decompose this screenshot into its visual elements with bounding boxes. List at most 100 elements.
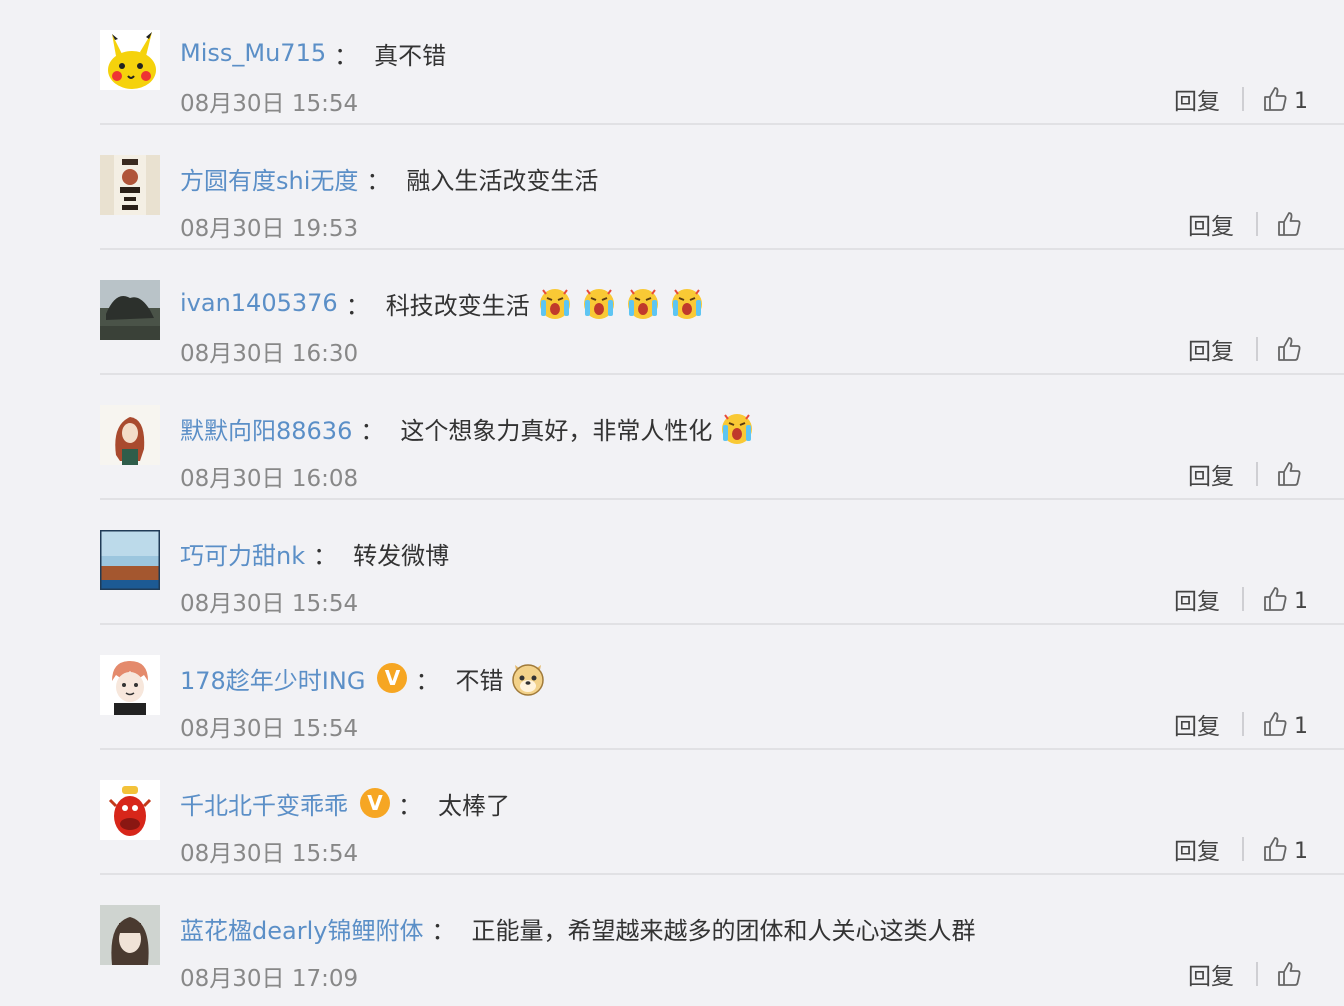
comment-list: Miss_Mu715 ： 真不错 08月30日 15:54 回复 1 方圆有度s… [100,0,1344,1000]
thumbs-up-icon [1264,87,1287,111]
comment-item: 蓝花楹dearly锦鲤附体 ： 正能量，希望越来越多的团体和人关心这类人群 08… [100,875,1344,1000]
girl-photo-avatar-icon [100,905,160,965]
crying-face-emoji-icon [718,409,756,447]
avatar[interactable] [100,280,160,340]
comment-time: 08月30日 15:54 [180,716,359,742]
comment-item: 178趁年少时ING V ： 不错 08月30日 15:54 回复 1 [100,625,1344,750]
comment-time: 08月30日 19:53 [180,216,359,242]
colon: ： [334,41,359,70]
divider [1256,962,1258,986]
like-button[interactable] [1276,461,1308,487]
avatar[interactable] [100,530,160,590]
comment-line: ivan1405376 ： 科技改变生活 [180,280,706,326]
reply-button[interactable]: 回复 [1174,82,1220,116]
comment-actions: 回复 [1188,957,1308,991]
girl-illustration-avatar-icon [100,405,160,465]
comment-item: 千北北千变乖乖 V ： 太棒了 08月30日 15:54 回复 1 [100,750,1344,875]
like-button[interactable] [1276,336,1308,362]
crying-face-emoji-icon [624,284,662,322]
avatar[interactable] [100,30,160,90]
comment-actions: 回复 [1188,207,1308,241]
thumbs-up-icon [1278,962,1301,986]
thumbs-up-icon [1264,837,1287,861]
divider [1242,837,1244,861]
comment-actions: 回复 1 [1174,832,1308,866]
comment-line: 千北北千变乖乖 V ： 太棒了 [180,780,510,826]
comment-line: 默默向阳88636 ： 这个想象力真好，非常人性化 [180,405,756,451]
like-button[interactable]: 1 [1262,85,1308,114]
reply-button[interactable]: 回复 [1188,957,1234,991]
reply-button[interactable]: 回复 [1174,707,1220,741]
comment-item: 默默向阳88636 ： 这个想象力真好，非常人性化 08月30日 16:08 回… [100,375,1344,500]
divider [1256,212,1258,236]
like-button[interactable]: 1 [1262,710,1308,739]
colon: ： [360,416,385,445]
comment-line: 方圆有度shi无度 ： 融入生活改变生活 [180,155,598,201]
scenery-avatar-icon [100,530,160,590]
colon: ： [366,166,391,195]
username-link[interactable]: 蓝花楹dearly锦鲤附体 [180,911,423,946]
colon: ： [313,541,338,570]
reply-button[interactable]: 回复 [1188,332,1234,366]
comment-text: 科技改变生活 [385,291,530,320]
avatar[interactable] [100,655,160,715]
avatar[interactable] [100,780,160,840]
comment-line: 巧可力甜nk ： 转发微博 [180,530,449,576]
divider [1256,337,1258,361]
comment-actions: 回复 1 [1174,82,1308,116]
colon: ： [398,791,422,820]
username-link[interactable]: 千北北千变乖乖 [180,786,348,821]
verified-badge-icon: V [377,663,408,693]
comment-item: Miss_Mu715 ： 真不错 08月30日 15:54 回复 1 [100,0,1344,125]
comment-time: 08月30日 16:08 [180,466,359,492]
like-button[interactable]: 1 [1262,835,1308,864]
avatar[interactable] [100,905,160,965]
verified-badge-icon: V [360,788,390,818]
username-link[interactable]: 178趁年少时ING [180,661,365,696]
username-link[interactable]: Miss_Mu715 [180,39,326,67]
red-cartoon-avatar-icon [100,780,160,840]
comment-text: 正能量，希望越来越多的团体和人关心这类人群 [471,916,976,945]
reply-button[interactable]: 回复 [1188,457,1234,491]
like-count: 1 [1294,713,1308,739]
comment-time: 08月30日 17:09 [180,966,359,992]
crying-face-emoji-icon [580,284,618,322]
comment-time: 08月30日 15:54 [180,591,359,617]
comment-line: 蓝花楹dearly锦鲤附体 ： 正能量，希望越来越多的团体和人关心这类人群 [180,905,975,951]
calligraphy-avatar-icon [100,155,160,215]
colon: ： [431,916,456,945]
like-count: 1 [1294,88,1308,114]
username-link[interactable]: 巧可力甜nk [180,536,305,571]
avatar[interactable] [100,405,160,465]
divider [1242,87,1244,111]
comment-item: 巧可力甜nk ： 转发微博 08月30日 15:54 回复 1 [100,500,1344,625]
doge-emoji-icon [509,659,547,697]
reply-button[interactable]: 回复 [1174,832,1220,866]
username-link[interactable]: ivan1405376 [180,289,338,317]
comment-time: 08月30日 15:54 [180,91,359,117]
like-button[interactable]: 1 [1262,585,1308,614]
thumbs-up-icon [1264,712,1287,736]
thumbs-up-icon [1278,337,1301,361]
thumbs-up-icon [1264,587,1287,611]
avatar[interactable] [100,155,160,215]
reply-button[interactable]: 回复 [1188,207,1234,241]
comment-actions: 回复 1 [1174,707,1308,741]
reply-button[interactable]: 回复 [1174,582,1220,616]
comment-text: 太棒了 [438,791,510,820]
like-count: 1 [1294,838,1308,864]
divider [1242,712,1244,736]
comment-time: 08月30日 15:54 [180,841,359,867]
pikachu-avatar-icon [100,30,160,90]
username-link[interactable]: 方圆有度shi无度 [180,161,358,196]
landscape-avatar-icon [100,280,160,340]
like-button[interactable] [1276,211,1308,237]
comment-text: 不错 [455,666,504,695]
comment-actions: 回复 [1188,457,1308,491]
comment-text: 转发微博 [353,541,450,570]
divider [1256,462,1258,486]
like-button[interactable] [1276,961,1308,987]
thumbs-up-icon [1278,462,1301,486]
username-link[interactable]: 默默向阳88636 [180,411,352,446]
comment-time: 08月30日 16:30 [180,341,359,367]
